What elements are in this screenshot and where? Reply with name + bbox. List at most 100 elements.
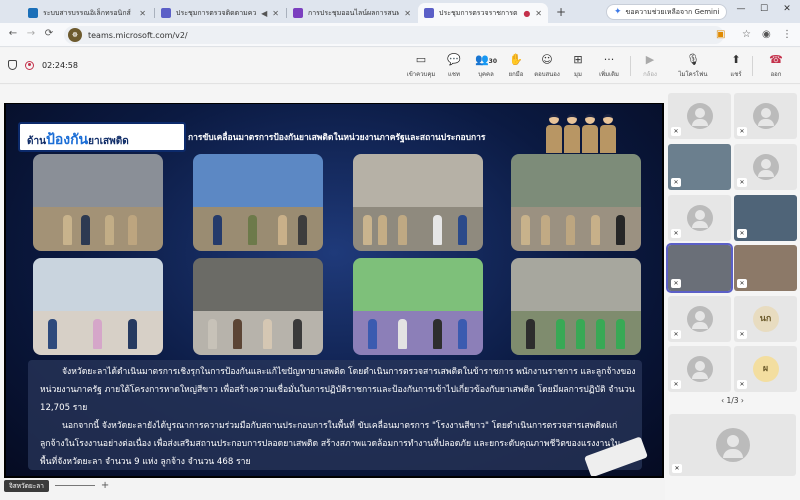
mic-muted-icon: ✕ — [737, 229, 747, 238]
profile-icon[interactable]: ◉ — [762, 29, 771, 40]
participant-tile[interactable]: ✕ — [734, 93, 797, 139]
prev-page-icon[interactable]: ‹ — [721, 396, 724, 405]
close-tab-icon[interactable]: ✕ — [272, 9, 279, 18]
browser-tab-3[interactable]: การประชุมออนไลน์ผลการสนทนาฯ ✕ — [287, 3, 417, 23]
close-tab-icon[interactable]: ✕ — [535, 9, 542, 18]
raise-hand-label: ยกมือ — [508, 71, 524, 78]
participant-tile-initials[interactable]: นก ✕ — [734, 296, 797, 342]
avatar-icon — [686, 306, 713, 332]
participant-tile[interactable]: ✕ — [668, 296, 731, 342]
reload-icon[interactable]: ⟳ — [42, 28, 56, 39]
zoom-slider[interactable] — [54, 485, 95, 486]
camera-label: กล้อง — [643, 71, 657, 78]
take-control-button[interactable]: ▭ เข้าควบคุม — [404, 53, 438, 79]
more-icon: ··· — [603, 53, 615, 66]
smiley-icon: ☺ — [541, 53, 553, 66]
browser-tab-2[interactable]: ประชุมการตรวจติดตามความก้าวหน้า ◀ ✕ — [155, 3, 285, 23]
zoom-in-icon[interactable]: + — [101, 480, 109, 491]
camera-button[interactable]: ▶ กล้อง — [633, 53, 667, 79]
gemini-label: ขอความช่วยเหลือจาก Gemini — [625, 7, 720, 16]
participant-tile[interactable]: ✕ — [668, 195, 731, 241]
avatar-icon — [752, 154, 779, 180]
participant-tile[interactable]: ✕ — [668, 346, 731, 392]
react-button[interactable]: ☺ ตอบสนอง — [530, 53, 564, 79]
menu-icon[interactable]: ⋮ — [782, 29, 792, 40]
participant-tile[interactable]: ✕ — [668, 93, 731, 139]
site-info-icon[interactable]: ☸ — [68, 28, 82, 42]
chat-button[interactable]: 💬 แชท — [437, 53, 471, 79]
participant-tile-initials[interactable]: ผ ✕ — [734, 346, 797, 392]
forward-icon[interactable]: → — [24, 28, 38, 39]
page-indicator: 1/3 — [726, 396, 739, 405]
slide-subtitle: การขับเคลื่อนมาตรการป้องกันยาเสพติดในหน่… — [188, 133, 486, 143]
mic-muted-icon: ✕ — [737, 279, 747, 288]
officers-illustration — [546, 110, 618, 154]
share-icon: ⬆ — [731, 53, 741, 66]
participant-video-tile[interactable]: ✕ — [734, 245, 797, 291]
mic-muted-icon: ✕ — [737, 380, 747, 389]
take-control-label: เข้าควบคุม — [406, 71, 436, 78]
close-tab-icon[interactable]: ✕ — [404, 9, 411, 18]
tab-title: ประชุมการตรวจราชการตามแผนฯ — [439, 8, 518, 17]
address-bar-row: ← → ⟳ ☸ teams.microsoft.com/v2/ ▣ ☆ ◉ ⋮ — [0, 23, 800, 47]
share-label: แชร์ — [730, 71, 742, 78]
slide-title-box: ด้านป้องกันยาเสพติด — [18, 122, 186, 152]
react-label: ตอบสนอง — [534, 71, 560, 78]
browser-tab-1[interactable]: ระบบสารบรรณอิเล็กทรอนิกส์ ✕ — [22, 3, 152, 23]
cast-icon[interactable]: ▣ — [716, 29, 725, 40]
self-view-tile[interactable]: ✕ — [669, 414, 796, 476]
tab-favicon — [28, 8, 38, 18]
omnibox[interactable]: ☸ teams.microsoft.com/v2/ — [64, 26, 724, 44]
chat-icon: 💬 — [447, 53, 461, 66]
raise-hand-button[interactable]: ✋ ยกมือ — [499, 53, 533, 79]
presenter-bar: จิสหวัดยะลา + — [4, 479, 109, 492]
slide-photo-6 — [193, 258, 323, 355]
back-icon[interactable]: ← — [6, 28, 20, 39]
recording-dot-icon: ● — [523, 8, 531, 18]
slide-photo-2 — [193, 154, 323, 251]
tab-favicon — [293, 8, 303, 18]
mic-muted-icon: ✕ — [671, 380, 681, 389]
view-button[interactable]: ⊞ มุม — [561, 53, 595, 79]
browser-tab-4-active[interactable]: ประชุมการตรวจราชการตามแผนฯ ● ✕ — [418, 3, 548, 23]
mic-muted-icon: ✕ — [737, 330, 747, 339]
slide-title-part-2: ป้องกัน — [45, 132, 89, 148]
minimize-icon[interactable]: — — [734, 4, 748, 14]
avatar-icon — [686, 205, 713, 231]
browser-tab-strip: ระบบสารบรรณอิเล็กทรอนิกส์ ✕ ประชุมการตรว… — [0, 0, 800, 23]
mic-muted-icon: ✕ — [737, 127, 747, 136]
people-button[interactable]: 👥30 บุคคล — [469, 53, 503, 79]
participant-video-tile[interactable]: ✕ — [734, 195, 797, 241]
participant-gallery: ✕ ✕ ✕ ✕ ✕ ✕ ✕ ✕ ✕ นก ✕ ✕ ผ ✕ ‹ 1/3 › ✕ — [665, 85, 800, 500]
slide-caption-box: จังหวัดยะลาได้ดำเนินมาตรการเชิงรุกในการป… — [28, 360, 642, 470]
share-button[interactable]: ⬆ แชร์ — [719, 53, 753, 79]
presenter-icon: ▭ — [415, 53, 427, 66]
gemini-icon: ✦ — [614, 7, 622, 17]
participant-tile[interactable]: ✕ — [734, 144, 797, 190]
slide-photo-5 — [33, 258, 163, 355]
mic-muted-icon: ✕ — [672, 464, 682, 473]
close-window-icon[interactable]: ✕ — [780, 4, 794, 14]
maximize-icon[interactable]: ☐ — [757, 4, 771, 14]
slide-paragraph-1: จังหวัดยะลาได้ดำเนินมาตรการเชิงรุกในการป… — [40, 367, 636, 413]
participant-video-tile-speaking[interactable]: ✕ — [666, 243, 733, 293]
new-tab-button[interactable]: + — [553, 4, 569, 20]
participant-video-tile[interactable]: ✕ — [668, 144, 731, 190]
people-count: 30 — [488, 58, 498, 65]
close-tab-icon[interactable]: ✕ — [139, 9, 146, 18]
mic-muted-icon: ✕ — [737, 178, 747, 187]
bookmark-icon[interactable]: ☆ — [742, 29, 751, 40]
leave-button[interactable]: ☎ ออก — [759, 53, 793, 79]
avatar-icon — [686, 103, 713, 129]
avatar-icon — [715, 428, 750, 462]
chat-label: แชท — [448, 71, 460, 78]
more-button[interactable]: ··· เพิ่มเติม — [592, 53, 626, 79]
gemini-button[interactable]: ✦ ขอความช่วยเหลือจาก Gemini — [606, 4, 728, 20]
mic-muted-icon: ✕ — [671, 178, 681, 187]
url-text[interactable]: teams.microsoft.com/v2/ — [88, 31, 188, 40]
hand-icon: ✋ — [509, 53, 523, 66]
meeting-timer: 02:24:58 — [42, 60, 78, 70]
next-page-icon[interactable]: › — [741, 396, 744, 405]
mic-button[interactable]: 🎙 ไมโครโฟน — [676, 53, 710, 79]
speaker-icon: ◀ — [261, 8, 268, 18]
